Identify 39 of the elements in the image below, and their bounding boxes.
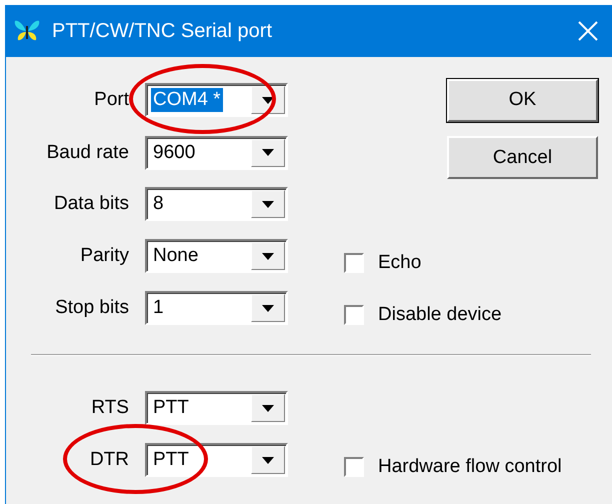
field-label: Stop bits <box>55 297 129 319</box>
caret-icon <box>262 149 274 156</box>
butterfly-icon <box>14 20 40 42</box>
field-label: Baud rate <box>46 142 129 164</box>
checkbox-label: Echo <box>378 252 422 274</box>
dialog-button[interactable]: Cancel <box>447 136 598 179</box>
close-icon[interactable] <box>577 20 599 42</box>
dropdown[interactable]: COM4 * <box>145 83 288 117</box>
dropdown-value: PTT <box>152 448 190 472</box>
dropdown-value: 9600 <box>152 140 196 164</box>
checkbox[interactable] <box>344 253 364 273</box>
caret-icon <box>262 96 274 104</box>
field-label: Port <box>94 89 129 111</box>
checkbox-label: Hardware flow control <box>378 456 562 478</box>
caret-icon <box>262 252 274 260</box>
field-label: RTS <box>91 397 129 419</box>
dropdown[interactable]: 8 <box>145 187 288 221</box>
window-title: PTT/CW/TNC Serial port <box>52 20 272 42</box>
dropdown[interactable]: PTT <box>145 443 288 477</box>
dropdown-value: PTT <box>152 396 190 420</box>
dropdown-value: 1 <box>152 296 165 320</box>
checkbox[interactable] <box>344 457 364 477</box>
checkbox[interactable] <box>344 305 364 325</box>
caret-icon <box>262 200 274 208</box>
caret-icon <box>262 304 274 312</box>
dropdown[interactable]: 9600 <box>145 136 288 170</box>
checkbox-label: Disable device <box>378 304 502 326</box>
dropdown[interactable]: 1 <box>145 291 288 325</box>
dropdown-value: COM4 * <box>151 88 223 112</box>
dropdown-value: None <box>152 244 200 268</box>
dropdown-value: 8 <box>152 192 165 216</box>
caret-icon <box>262 404 274 412</box>
dropdown[interactable]: PTT <box>145 391 288 425</box>
caret-icon <box>262 456 274 464</box>
dropdown[interactable]: None <box>145 239 288 273</box>
dialog-button[interactable]: OK <box>447 78 598 122</box>
field-label: Parity <box>80 245 129 267</box>
field-label: Data bits <box>54 193 129 215</box>
field-label: DTR <box>90 449 129 471</box>
